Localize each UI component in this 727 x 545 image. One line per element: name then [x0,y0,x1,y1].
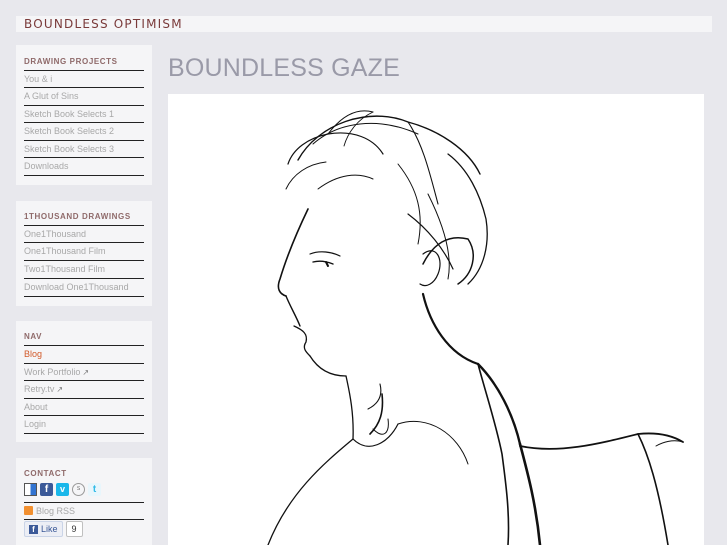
external-link-icon: ↗ [56,385,64,394]
drawing-projects-heading: DRAWING PROJECTS [24,57,118,66]
ink-sketch-portrait-icon [267,110,684,545]
thousand-drawings-panel: 1THOUSAND DRAWINGS One1Thousand One1Thou… [16,201,152,306]
nav-link-sketch-book-3[interactable]: Sketch Book Selects 3 [24,140,144,157]
social-icons: f v S t [24,483,101,496]
external-link-icon: ↗ [82,368,90,377]
skype-icon[interactable]: S [72,483,85,496]
nav-link-downloads[interactable]: Downloads [24,157,144,174]
nav-link-retry-tv[interactable]: Retry.tv ↗ [24,380,144,397]
divider [24,433,144,434]
thousand-drawings-heading: 1THOUSAND DRAWINGS [24,212,131,221]
facebook-like-widget: f Like 9 [24,521,83,537]
rss-link[interactable]: Blog RSS [24,502,144,519]
site-title[interactable]: BOUNDLESS OPTIMISM [24,17,183,31]
facebook-icon: f [29,524,38,534]
vimeo-icon[interactable]: v [56,483,69,496]
rss-label: Blog RSS [36,506,76,516]
like-label: Like [41,524,58,534]
facebook-like-button[interactable]: f Like [24,521,63,537]
nav-link-download-one1thousand[interactable]: Download One1Thousand [24,278,144,295]
drawing-projects-panel: DRAWING PROJECTS You & i A Glut of Sins … [16,45,152,185]
divider [24,296,144,297]
divider [24,175,144,176]
divider [24,519,144,520]
facebook-icon[interactable]: f [40,483,53,496]
nav-link-login[interactable]: Login [24,415,144,432]
contact-heading: CONTACT [24,469,67,478]
like-count: 9 [65,521,83,537]
nav-panel: NAV Blog Work Portfolio ↗ Retry.tv ↗ About… [16,321,152,442]
artwork-image [168,94,704,545]
delicious-icon[interactable] [24,483,37,496]
rss-icon [24,506,33,515]
header-bar: BOUNDLESS OPTIMISM [16,16,712,32]
nav-link-sketch-book-1[interactable]: Sketch Book Selects 1 [24,105,144,122]
nav-link-two1thousand-film[interactable]: Two1Thousand Film [24,260,144,277]
nav-link-work-portfolio[interactable]: Work Portfolio ↗ [24,363,144,380]
nav-link-about[interactable]: About [24,398,144,415]
nav-link-glut-of-sins[interactable]: A Glut of Sins [24,87,144,104]
nav-link-sketch-book-2[interactable]: Sketch Book Selects 2 [24,122,144,139]
twitter-icon[interactable]: t [88,483,101,496]
nav-link-one1thousand-film[interactable]: One1Thousand Film [24,242,144,259]
nav-link-label: Work Portfolio [24,367,81,377]
nav-heading: NAV [24,332,43,341]
nav-link-label: Retry.tv [24,384,55,394]
nav-link-blog[interactable]: Blog [24,345,144,362]
nav-link-you-and-i[interactable]: You & i [24,70,144,87]
contact-panel: CONTACT f v S t Blog RSS f Like 9 [16,458,152,545]
page-title: BOUNDLESS GAZE [168,54,401,82]
nav-link-one1thousand[interactable]: One1Thousand [24,225,144,242]
